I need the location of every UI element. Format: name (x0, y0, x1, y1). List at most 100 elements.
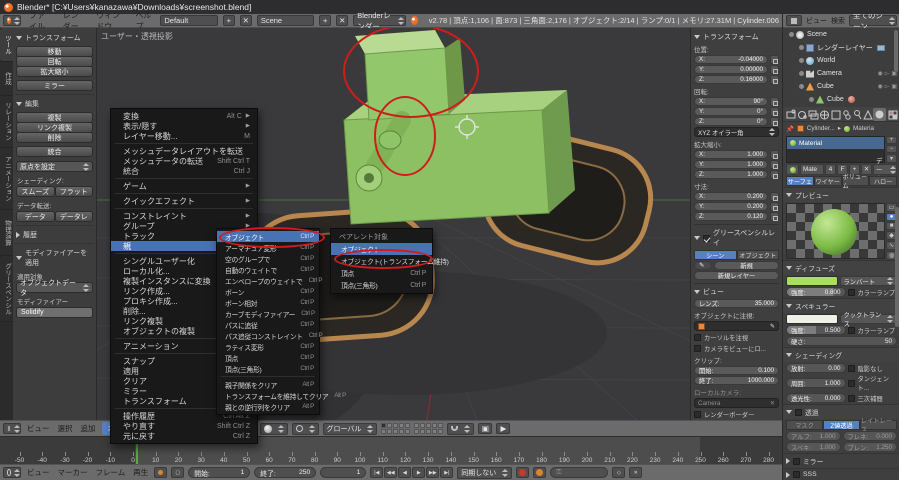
tool-shelf-tab[interactable]: 作成 (0, 62, 13, 96)
location-field[interactable]: Z:0.16000 (694, 75, 768, 84)
expand-icon[interactable] (789, 32, 794, 37)
snap-dropdown[interactable] (447, 423, 474, 435)
layer-toggle[interactable] (438, 429, 443, 434)
next-keyframe-button[interactable]: ▶▶ (426, 467, 439, 478)
outliner-row[interactable]: Camera◉▻▣ (783, 67, 899, 80)
expand-icon[interactable] (799, 45, 804, 50)
tool-shelf-tab[interactable]: 物理演算 (0, 210, 13, 256)
menu-item[interactable]: やり直すShift Ctrl Z (111, 421, 257, 431)
edit-button[interactable]: 削除 (16, 132, 93, 143)
material-slot-selected[interactable]: Material (787, 137, 884, 149)
lock-icon[interactable] (770, 107, 779, 116)
diffuse-panel-header[interactable]: ディフューズ (783, 260, 899, 275)
scale-field[interactable]: Z:1.000 (694, 170, 768, 179)
expand-icon[interactable] (799, 58, 804, 63)
outliner-row[interactable]: Cube (783, 93, 899, 106)
editor-type-button[interactable] (3, 15, 21, 26)
transparency-checkbox[interactable] (795, 409, 802, 416)
record-button[interactable] (516, 467, 529, 478)
local-camera-field[interactable]: Camera✕ (694, 398, 779, 408)
layer-toggle[interactable] (420, 423, 425, 428)
lock-icon[interactable] (770, 170, 779, 179)
pin-icon[interactable]: 📌 (786, 125, 794, 133)
menu-item[interactable]: 頂点Ctrl P (331, 267, 432, 279)
layer-toggle[interactable] (414, 429, 419, 434)
render-border-checkbox[interactable] (694, 411, 701, 418)
mirror-panel-header[interactable]: ミラー (783, 453, 899, 468)
specular-ramp-checkbox[interactable] (848, 327, 855, 334)
preview-range-button[interactable] (154, 467, 167, 478)
grease-source-tab[interactable]: シーン (694, 250, 737, 260)
lock-camera-checkbox[interactable] (694, 345, 701, 352)
scene-selector[interactable]: Scene (257, 15, 314, 26)
material-name-field[interactable]: Mate (800, 164, 824, 175)
insert-keyframe-button[interactable]: ◇ (612, 467, 625, 478)
menu-item[interactable]: アーマチュア変形Ctrl P (217, 242, 319, 253)
menu-item[interactable]: オブジェクトCtrl P (217, 231, 319, 242)
shading-checkbox[interactable] (848, 380, 855, 387)
hardness-field[interactable]: 硬さ:50 (786, 336, 897, 346)
menu-item[interactable]: 元に戻すCtrl Z (111, 431, 257, 441)
shading-button[interactable]: スムーズ (16, 186, 55, 197)
lock-icon[interactable] (770, 117, 779, 126)
menu-item[interactable]: クイックエフェクト▶ (111, 196, 257, 206)
transparency-field[interactable]: ブレン:1.250 (843, 442, 898, 452)
selectable-arrow-icon[interactable]: ▻ (885, 83, 890, 90)
transfer-button[interactable]: データ (16, 211, 55, 222)
menu-item[interactable]: オブジェクト(トランスフォーム維持) (331, 255, 432, 267)
menu-item[interactable]: 親子関係をクリアAlt P (217, 379, 319, 390)
grease-new-button[interactable]: 新規 (714, 261, 779, 270)
lock-icon[interactable] (770, 212, 779, 221)
apply-target-dropdown[interactable]: オブジェクトデータ (16, 282, 93, 293)
users-count-button[interactable]: 4 (825, 164, 836, 175)
rotation-field[interactable]: Y:0° (694, 107, 768, 116)
render-opengl-anim-button[interactable]: ▶ (496, 423, 510, 434)
scale-field[interactable]: X:1.000 (694, 150, 768, 159)
menu-view[interactable]: ビュー (25, 467, 52, 478)
slot-remove-button[interactable]: − (886, 145, 897, 153)
lock-button[interactable]: ▢ (171, 467, 184, 478)
transform-panel-header[interactable]: トランスフォーム (694, 32, 779, 42)
lock-icon[interactable] (770, 75, 779, 84)
transfer-button[interactable]: データレ (55, 211, 94, 222)
menu-item[interactable]: ラティス変形Ctrl P (217, 341, 319, 352)
play-reverse-button[interactable]: ◀ (398, 467, 411, 478)
menu-item[interactable]: レイヤー移動...M (111, 131, 257, 141)
grease-source-tab[interactable]: オブジェクト (737, 250, 780, 260)
editor-type-button[interactable] (3, 423, 21, 434)
outliner-row[interactable]: World (783, 54, 899, 67)
editor-type-button[interactable] (3, 467, 21, 478)
menu-item[interactable]: 変換Alt C▶ (111, 111, 257, 121)
outliner-row[interactable]: レンダーレイヤー (783, 41, 899, 54)
scene-add-button[interactable]: + (319, 15, 331, 26)
menu-item[interactable]: 自動のウェイトでCtrl P (217, 264, 319, 275)
section-history[interactable]: 履歴 (16, 230, 93, 240)
menu-item[interactable]: コンストレイント▶ (111, 211, 257, 221)
layer-toggle[interactable] (399, 423, 404, 428)
location-field[interactable]: X:-0.04000 (694, 55, 768, 64)
keying-set-field[interactable]: ⚿ (550, 467, 608, 478)
specular-intensity-slider[interactable]: 強度:0.500 (786, 325, 846, 335)
section-apply-modifier[interactable]: モディファイアーを適用 (16, 248, 93, 268)
rotation-mode-dropdown[interactable]: XYZ オイラー角 (694, 127, 779, 137)
modifier-name-field[interactable]: Solidify (16, 307, 93, 318)
menu-item[interactable]: エンベロープのウェイトでCtrl P (217, 275, 319, 286)
clip-start-field[interactable]: 開始:0.100 (694, 366, 779, 375)
layer-toggle[interactable] (381, 429, 386, 434)
menu-item[interactable]: 親との逆行列をクリアAlt P (217, 401, 319, 412)
menu-item[interactable]: 空のグループでCtrl P (217, 253, 319, 264)
sss-checkbox[interactable] (793, 471, 800, 478)
grease-pencil-panel-header[interactable]: グリースペンシルレイ (694, 228, 779, 248)
mirror-button[interactable]: ミラー (16, 80, 93, 91)
rotation-field[interactable]: X:90° (694, 97, 768, 106)
outliner-scrollbar[interactable] (894, 30, 898, 72)
clip-end-field[interactable]: 終了:1000.000 (694, 376, 779, 385)
lock-cursor-checkbox[interactable] (694, 334, 701, 341)
visibility-eye-icon[interactable]: ◉ (877, 83, 882, 90)
diffuse-intensity-slider[interactable]: 強度:0.800 (786, 287, 846, 297)
visibility-eye-icon[interactable]: ◉ (877, 70, 882, 77)
display-filter-dropdown[interactable]: 全てのシーン (849, 15, 897, 26)
layer-grid-2[interactable] (414, 423, 443, 434)
menu-item[interactable]: メッシュデータの転送Shift Ctrl T (111, 156, 257, 166)
layer-toggle[interactable] (426, 429, 431, 434)
